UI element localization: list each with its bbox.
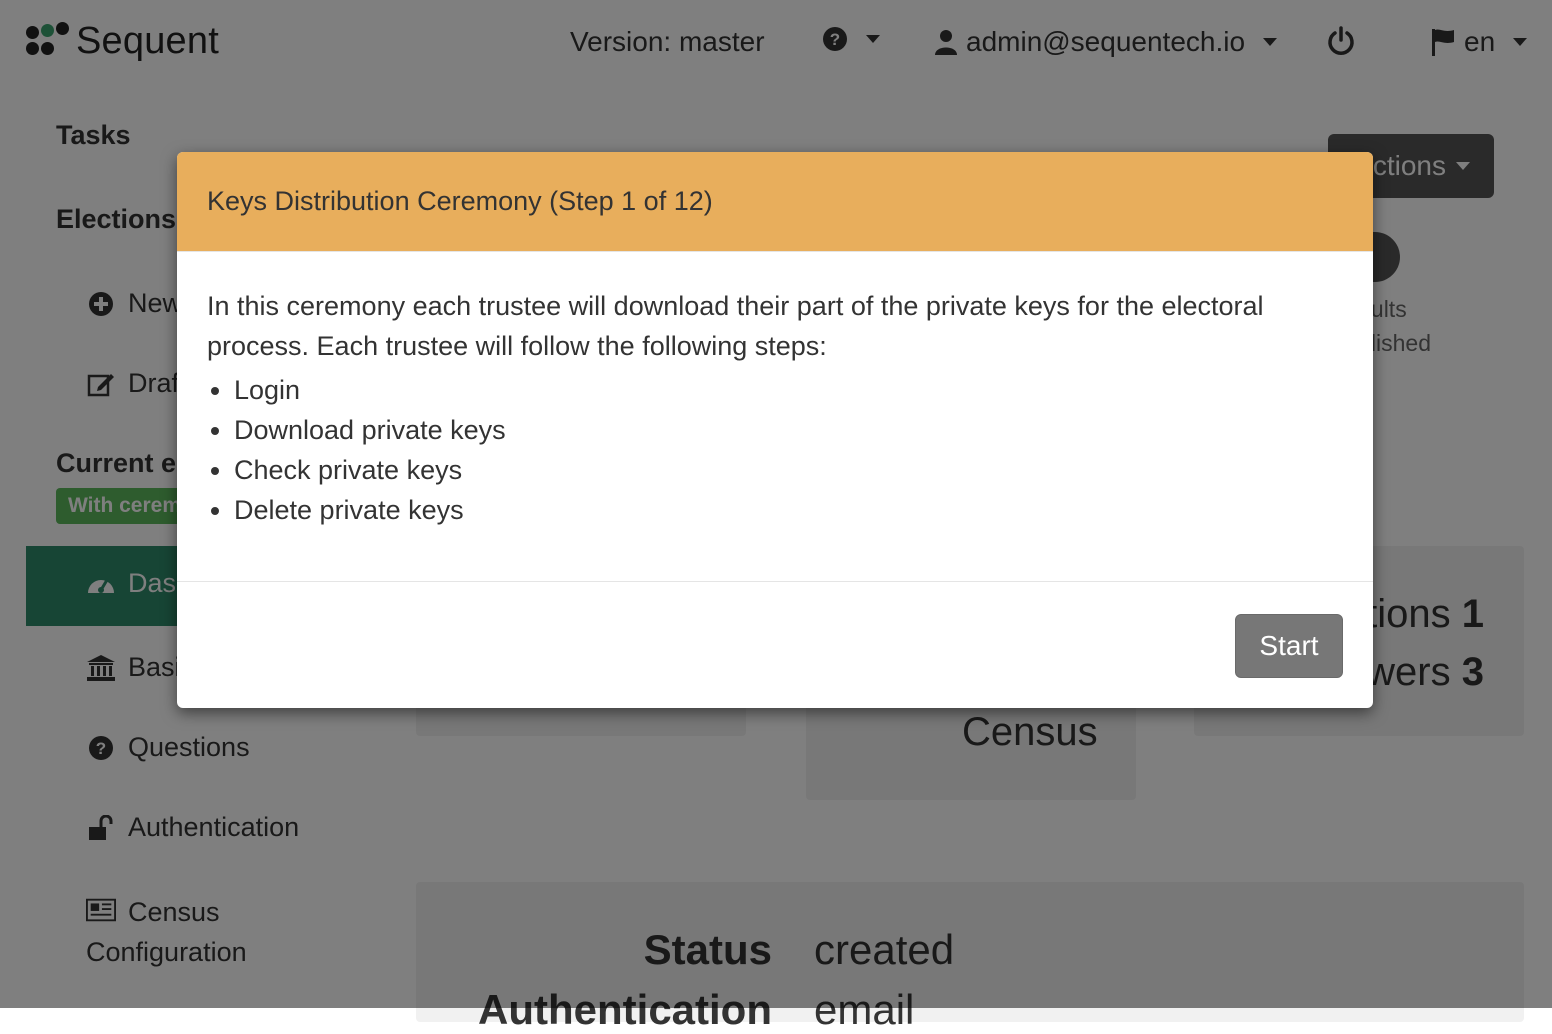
ceremony-steps-list: Login Download private keys Check privat… — [207, 370, 1343, 530]
list-item: Delete private keys — [234, 490, 1343, 530]
modal-body: In this ceremony each trustee will downl… — [177, 252, 1373, 582]
modal-header: Keys Distribution Ceremony (Step 1 of 12… — [177, 152, 1373, 252]
modal-intro-text: In this ceremony each trustee will downl… — [207, 291, 1264, 361]
modal-footer: Start — [177, 582, 1373, 707]
list-item: Login — [234, 370, 1343, 410]
list-item: Download private keys — [234, 410, 1343, 450]
keys-ceremony-modal: Keys Distribution Ceremony (Step 1 of 12… — [177, 152, 1373, 708]
modal-title: Keys Distribution Ceremony (Step 1 of 12… — [207, 186, 713, 216]
list-item: Check private keys — [234, 450, 1343, 490]
start-button[interactable]: Start — [1235, 614, 1343, 678]
